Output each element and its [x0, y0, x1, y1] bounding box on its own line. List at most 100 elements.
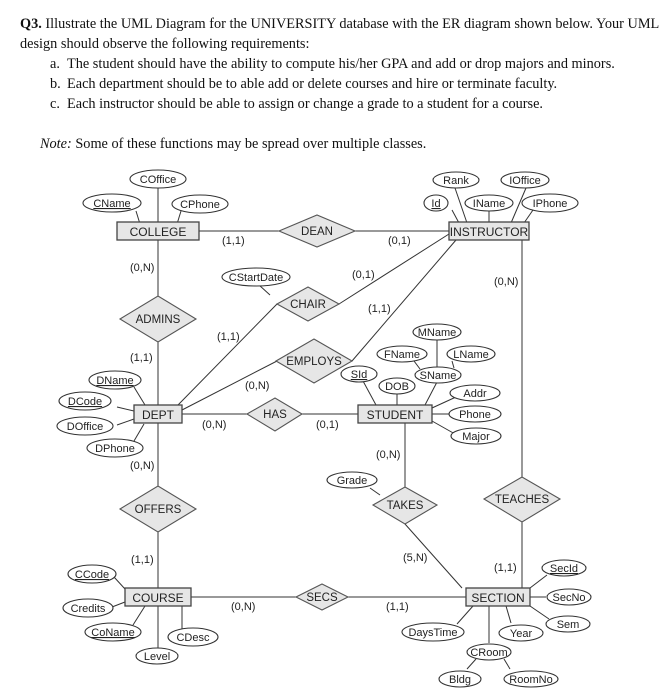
attr-label: Sem	[557, 619, 580, 631]
attr-cdesc: CDesc	[167, 627, 219, 647]
relationship-employs[interactable]: EMPLOYS	[274, 338, 354, 384]
attr-dob: DOB	[378, 377, 416, 395]
attr-label: DCode	[68, 396, 102, 408]
attr-label: DOB	[385, 381, 409, 393]
attr-label: COffice	[140, 174, 176, 186]
line-student-sname	[424, 381, 438, 406]
entity-label: INSTRUCTOR	[450, 225, 529, 239]
attr-label: Phone	[459, 409, 491, 421]
relationship-admins[interactable]: ADMINS	[118, 295, 198, 343]
attr-label: Bldg	[449, 674, 471, 686]
attr-iphone: IPhone	[521, 193, 579, 213]
attr-label: Year	[510, 628, 533, 640]
attr-sem: Sem	[545, 615, 591, 633]
attr-mname: MName	[412, 323, 462, 341]
attr-label: CDesc	[176, 632, 210, 644]
cardinality-student-takes: (0,N)	[376, 449, 400, 461]
line-section-sem	[529, 605, 550, 620]
attr-label: SId	[351, 369, 368, 381]
attr-label: CName	[93, 198, 130, 210]
attr-label: IOffice	[509, 175, 541, 187]
attr-dname: DName	[88, 370, 142, 390]
attr-addr: Addr	[449, 384, 501, 402]
cardinality-college-admins: (0,N)	[130, 262, 154, 274]
attr-phone: Phone	[448, 405, 502, 423]
cardinality-dept-offers: (0,N)	[130, 460, 154, 472]
relationship-dean[interactable]: DEAN	[277, 214, 357, 248]
entity-label: COURSE	[132, 591, 183, 605]
attr-sid: SId	[340, 365, 378, 383]
attr-label: CoName	[91, 627, 134, 639]
attr-label: IName	[473, 198, 505, 210]
attr-label: CCode	[75, 569, 109, 581]
attr-label: Addr	[463, 388, 487, 400]
line-instructor-iphone	[523, 209, 534, 224]
line-student-sid	[362, 380, 377, 406]
relationship-chair[interactable]: CHAIR	[275, 286, 341, 322]
attr-credits: Credits	[62, 598, 114, 618]
line-sname-fname	[413, 360, 421, 370]
line-section-year	[505, 605, 512, 624]
entity-student[interactable]: STUDENT	[357, 404, 433, 424]
attr-label: Rank	[443, 175, 469, 187]
attr-label: Credits	[71, 603, 106, 615]
attr-daystime: DaysTime	[401, 622, 465, 642]
attr-doffice: DOffice	[56, 416, 114, 436]
attr-ccode: CCode	[67, 564, 117, 584]
attr-bldg: Bldg	[438, 670, 482, 688]
relationship-offers[interactable]: OFFERS	[118, 485, 198, 533]
attr-label: SecId	[550, 563, 578, 575]
attr-roomno: RoomNo	[503, 670, 559, 688]
attr-level: Level	[135, 647, 179, 665]
line-sname-lname	[451, 360, 455, 369]
attr-coffice: COffice	[129, 169, 187, 189]
attr-label: CStartDate	[229, 272, 283, 284]
relationship-label: TEACHES	[495, 494, 550, 506]
attr-label: FName	[384, 349, 420, 361]
attr-croom: CRoom	[466, 643, 512, 661]
entity-section[interactable]: SECTION	[465, 587, 531, 607]
entity-label: DEPT	[142, 408, 175, 422]
cardinality-student-has: (0,1)	[316, 419, 339, 431]
relationship-label: TAKES	[387, 500, 424, 512]
attr-label: MName	[418, 327, 457, 339]
line-section-secid	[529, 574, 548, 589]
attr-label: SName	[420, 370, 457, 382]
attr-dphone: DPhone	[86, 438, 144, 458]
cardinality-section-takes: (5,N)	[403, 552, 427, 564]
line-dept-dcode	[116, 406, 135, 412]
entity-college[interactable]: COLLEGE	[116, 221, 200, 241]
line-chair-cstartdate	[258, 284, 271, 296]
attr-year: Year	[498, 624, 544, 642]
entity-label: COLLEGE	[130, 225, 187, 239]
line-section-daystime	[456, 605, 474, 625]
cardinality-dept-admins: (1,1)	[130, 352, 153, 364]
line-takes-grade	[369, 487, 381, 496]
line-dept-doffice	[116, 418, 135, 426]
line-course-credits	[111, 601, 126, 608]
relationship-secs[interactable]: SECS	[294, 583, 350, 611]
attr-label: Grade	[337, 475, 368, 487]
cardinality-dept-chair: (1,1)	[217, 331, 240, 343]
cardinality-labels: (1,1) (0,1) (0,N) (1,1) (0,1) (1,1) (1,1…	[130, 235, 518, 613]
cardinality-dept-has: (0,N)	[202, 419, 226, 431]
line-instructor-rank	[454, 187, 468, 224]
cardinality-college-dean: (1,1)	[222, 235, 245, 247]
relationship-takes[interactable]: TAKES	[371, 486, 439, 525]
relationship-teaches[interactable]: TEACHES	[482, 476, 562, 523]
relationship-has[interactable]: HAS	[245, 397, 304, 432]
entity-instructor[interactable]: INSTRUCTOR	[448, 221, 530, 241]
er-diagram: COLLEGE INSTRUCTOR DEPT STUDENT COURSE S…	[56, 169, 592, 688]
entity-label: SECTION	[471, 591, 524, 605]
line-course-coname	[132, 605, 146, 626]
attr-label: DName	[96, 375, 133, 387]
attr-label: DaysTime	[408, 627, 457, 639]
attr-label: Id	[431, 198, 440, 210]
attr-cphone: CPhone	[171, 194, 229, 214]
attr-label: CPhone	[180, 199, 220, 211]
cardinality-instructor-employs: (1,1)	[368, 303, 391, 315]
entity-dept[interactable]: DEPT	[133, 404, 183, 424]
entity-course[interactable]: COURSE	[124, 587, 192, 607]
attr-label: Major	[462, 431, 490, 443]
attr-label: Level	[144, 651, 170, 663]
